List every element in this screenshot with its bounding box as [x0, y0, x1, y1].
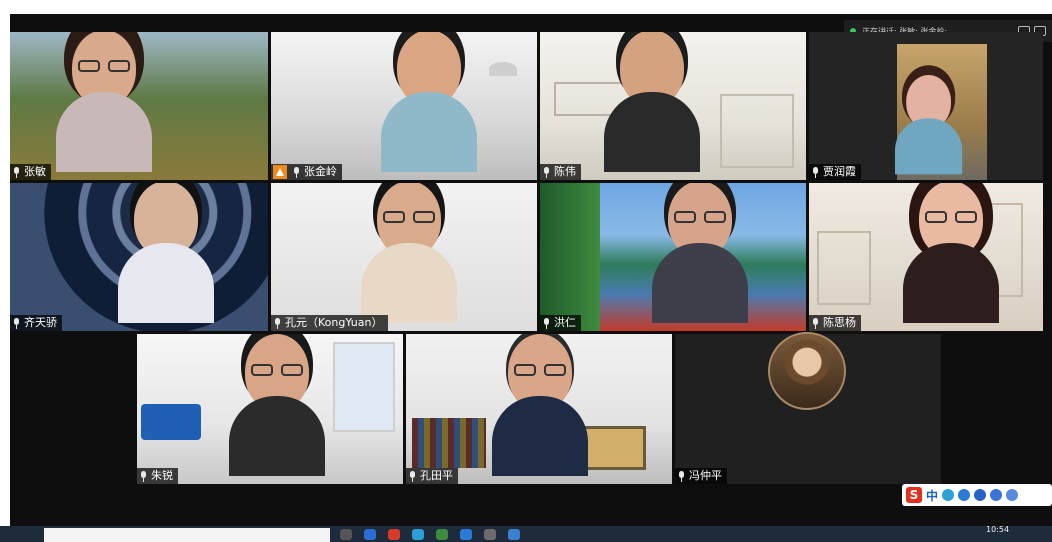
- participant-nameplate: 齐天骄: [10, 315, 62, 331]
- video-tile-6[interactable]: 孔元（KongYuan）: [271, 183, 537, 331]
- participant-nameplate: 贾润霞: [809, 164, 861, 180]
- unmuted-mic-icon: [542, 317, 551, 329]
- participant-video-2: [381, 32, 477, 180]
- video-tile-1[interactable]: 张敏: [10, 32, 268, 180]
- video-tile-9[interactable]: 朱锐: [137, 334, 403, 484]
- unmuted-mic-icon: [811, 166, 820, 178]
- participant-nameplate: 孔田平: [406, 468, 458, 484]
- emoji-icon[interactable]: [958, 489, 971, 501]
- app-icon[interactable]: [412, 529, 424, 540]
- video-tile-3[interactable]: 陈伟: [540, 32, 806, 180]
- unmuted-mic-icon: [139, 470, 148, 482]
- keyboard-icon[interactable]: [990, 489, 1003, 501]
- participant-video-8: [903, 183, 999, 331]
- participant-video-4: [895, 75, 963, 180]
- ime-mode-label[interactable]: 中: [926, 487, 938, 504]
- unmuted-mic-icon: [542, 166, 551, 178]
- unmuted-mic-icon: [408, 470, 417, 482]
- video-tile-8[interactable]: 陈思杨: [809, 183, 1043, 331]
- participant-nameplate: 洪仁: [540, 315, 581, 331]
- participant-video-9: [229, 334, 325, 484]
- video-tile-2[interactable]: 张金岭: [271, 32, 537, 180]
- unmuted-mic-icon: [12, 166, 21, 178]
- participant-nameplate: 朱锐: [137, 468, 178, 484]
- sogou-logo-icon: S: [906, 487, 922, 503]
- app-icon[interactable]: [484, 529, 496, 540]
- participant-avatar: [768, 332, 846, 410]
- host-icon: [273, 165, 287, 179]
- participant-video-10: [492, 334, 588, 484]
- punctuation-icon[interactable]: [942, 489, 955, 501]
- app-icon[interactable]: [508, 529, 520, 540]
- participant-video-3: [604, 32, 700, 180]
- video-tile-4[interactable]: 贾润霞: [809, 32, 1043, 180]
- app-icon[interactable]: [436, 529, 448, 540]
- unmuted-mic-icon: [292, 166, 301, 178]
- participant-nameplate: 孔元（KongYuan）: [271, 315, 388, 331]
- ime-toolbar[interactable]: S 中: [902, 484, 1052, 506]
- unmuted-mic-icon: [273, 317, 282, 329]
- participant-nameplate: 张金岭: [271, 164, 342, 180]
- unmuted-mic-icon: [677, 470, 686, 482]
- participant-nameplate: 陈思杨: [809, 315, 861, 331]
- microphone-icon[interactable]: [974, 489, 987, 501]
- skin-icon[interactable]: [1006, 489, 1019, 501]
- taskbar-clock[interactable]: 10:54: [986, 526, 1009, 534]
- app-icon[interactable]: [340, 529, 352, 540]
- participant-video-1: [56, 32, 152, 180]
- participant-video-6: [361, 183, 457, 331]
- participant-video-5: [118, 183, 214, 331]
- unmuted-mic-icon: [811, 317, 820, 329]
- participant-nameplate: 张敏: [10, 164, 51, 180]
- search-input[interactable]: [44, 528, 330, 542]
- taskbar-apps[interactable]: [340, 529, 520, 540]
- video-tile-5[interactable]: 齐天骄: [10, 183, 268, 331]
- app-icon[interactable]: [364, 529, 376, 540]
- participant-nameplate: 陈伟: [540, 164, 581, 180]
- participant-nameplate: 冯仲平: [675, 468, 727, 484]
- participant-video-7: [652, 183, 748, 331]
- app-icon[interactable]: [460, 529, 472, 540]
- video-tile-10[interactable]: 孔田平: [406, 334, 672, 484]
- unmuted-mic-icon: [12, 317, 21, 329]
- app-icon[interactable]: [388, 529, 400, 540]
- video-tile-7[interactable]: 洪仁: [540, 183, 806, 331]
